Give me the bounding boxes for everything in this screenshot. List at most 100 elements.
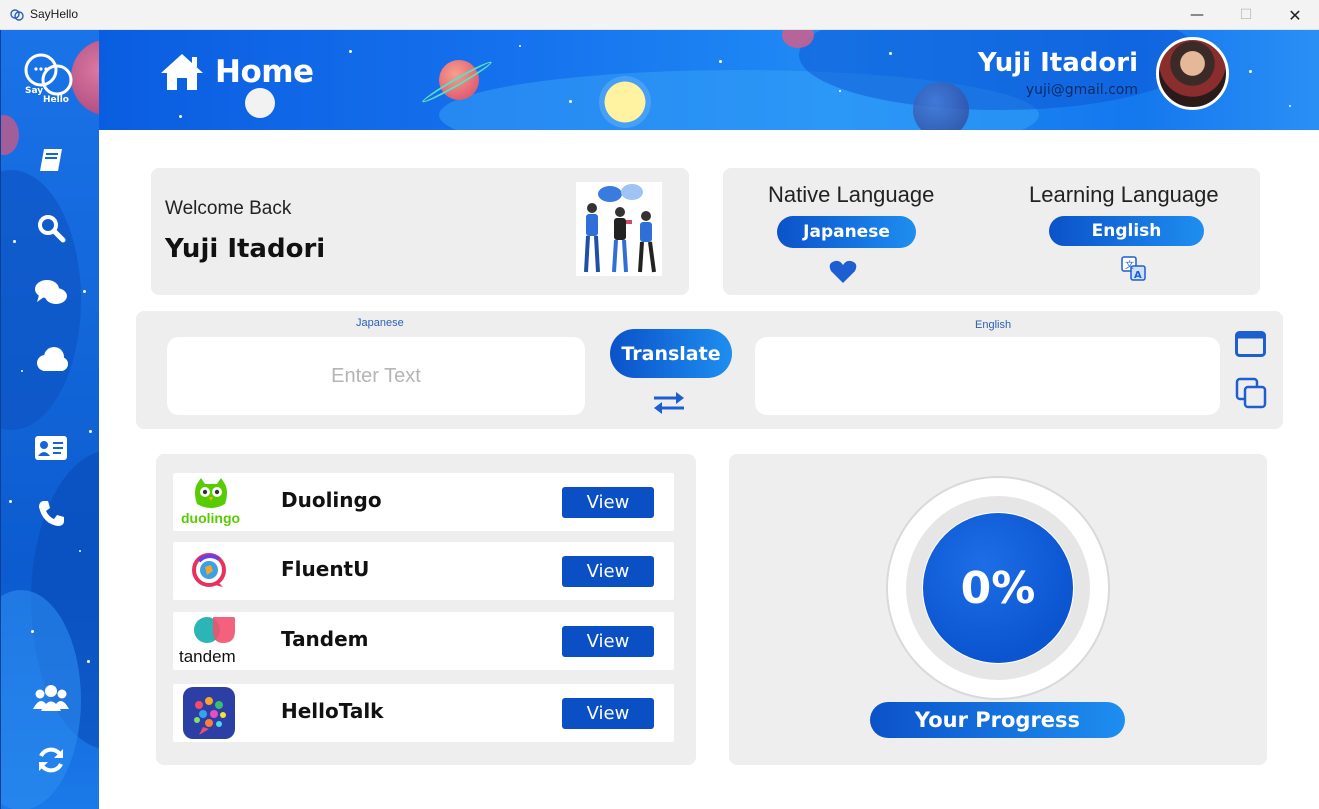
phone-icon [39, 501, 64, 526]
hellotalk-logo [179, 687, 239, 739]
minimize-button[interactable]: — [1174, 0, 1220, 30]
star-decoration [839, 90, 841, 92]
swap-languages-icon[interactable] [652, 391, 686, 415]
sidebar-item-book[interactable] [31, 140, 71, 180]
window-title: SayHello [30, 7, 79, 21]
progress-panel: 0% Your Progress [729, 454, 1267, 765]
star-decoration [349, 50, 352, 53]
avatar[interactable] [1156, 37, 1229, 110]
star-decoration [21, 370, 23, 372]
search-icon [38, 215, 66, 243]
translator-panel: Japanese Enter Text Translate English [136, 311, 1283, 429]
duolingo-logo: duolingo [179, 476, 241, 528]
progress-percent: 0% [923, 513, 1073, 663]
star-decoration [1249, 70, 1252, 73]
maximize-button[interactable]: ☐ [1223, 0, 1269, 30]
star-decoration [719, 60, 722, 63]
star-decoration [83, 290, 86, 293]
languages-panel: Native Language Japanese Learning Langua… [723, 168, 1260, 295]
title-bar: SayHello — ☐ ✕ [0, 0, 1319, 30]
star-decoration [79, 550, 81, 552]
fluentu-logo [179, 545, 239, 597]
contact-card-icon [35, 436, 67, 460]
translate-button[interactable]: Translate [610, 329, 732, 378]
app-name: Tandem [281, 627, 369, 651]
people-talking-illustration [576, 182, 662, 276]
star-decoration [87, 660, 90, 663]
planet-decoration [245, 88, 275, 118]
star-decoration [89, 430, 92, 433]
target-language-label: English [975, 319, 1012, 331]
apps-panel: duolingo Duolingo View FluentU View tand… [156, 454, 696, 765]
header-banner: Home Yuji Itadori yuji@gmail.com [99, 30, 1319, 130]
star-decoration [1289, 105, 1291, 107]
list-item: HelloTalk View [173, 684, 674, 742]
svg-text:A: A [1134, 270, 1142, 281]
list-item: FluentU View [173, 542, 674, 600]
cloud-icon [37, 347, 68, 371]
app-name: HelloTalk [281, 699, 384, 723]
learning-language-pill[interactable]: English [1049, 216, 1204, 246]
star-decoration [13, 240, 16, 243]
moon-decoration [599, 76, 651, 128]
star-decoration [31, 630, 34, 633]
native-language-pill[interactable]: Japanese [777, 216, 916, 248]
sidebar-item-community[interactable] [31, 677, 71, 717]
progress-ring: 0% [888, 478, 1108, 698]
duolingo-wordmark: duolingo [181, 510, 241, 526]
welcome-panel: Welcome Back Yuji Itadori [151, 168, 689, 295]
view-tandem-button[interactable]: View [562, 626, 654, 657]
sidebar-item-phone[interactable] [31, 493, 71, 533]
planet-decoration [1, 115, 19, 155]
source-text-placeholder: Enter Text [331, 364, 421, 387]
refresh-icon [39, 747, 63, 773]
sidebar-item-chat[interactable] [31, 273, 71, 313]
progress-label-pill: Your Progress [870, 702, 1125, 738]
planet-decoration [913, 82, 969, 130]
list-item: tandem Tandem View [173, 612, 674, 670]
window-icon[interactable] [1235, 331, 1266, 357]
target-text-output[interactable] [755, 337, 1220, 415]
view-hellotalk-button[interactable]: View [562, 698, 654, 729]
learning-language-label: Learning Language [1029, 182, 1219, 207]
sidebar-item-contacts[interactable] [31, 428, 71, 468]
svg-text:文: 文 [1125, 259, 1134, 271]
source-text-input[interactable]: Enter Text [167, 337, 585, 415]
hellotalk-bubble-icon [183, 687, 235, 739]
sidebar-item-refresh[interactable] [31, 740, 71, 780]
tandem-bubbles-icon [194, 617, 235, 643]
star-decoration [9, 500, 12, 503]
view-fluentu-button[interactable]: View [562, 556, 654, 587]
source-language-label: Japanese [356, 317, 404, 329]
page-title: Home [215, 54, 314, 90]
chat-icon [35, 280, 67, 304]
book-icon [40, 149, 62, 171]
sidebar-item-cloud[interactable] [31, 340, 71, 380]
user-email: yuji@gmail.com [1025, 82, 1138, 98]
translate-icon: 文 A [1121, 256, 1146, 281]
user-name: Yuji Itadori [977, 48, 1138, 78]
star-decoration [519, 45, 521, 47]
app-name: Duolingo [281, 488, 382, 512]
app-window: SayHello — ☐ ✕ Say Hello Home Yuji Itado… [0, 0, 1319, 809]
star-decoration [569, 100, 572, 103]
sayhello-logo[interactable]: Say Hello [21, 50, 77, 106]
close-button[interactable]: ✕ [1272, 0, 1318, 30]
welcome-greeting: Welcome Back [165, 198, 292, 219]
copy-icon[interactable] [1235, 377, 1268, 410]
logo-text-say: Say [25, 86, 44, 96]
list-item: duolingo Duolingo View [173, 473, 674, 531]
page-title-group: Home [159, 52, 314, 92]
home-icon [161, 54, 203, 90]
logo-text-hello: Hello [43, 95, 69, 105]
sidebar-item-search[interactable] [31, 208, 71, 248]
owl-icon [195, 478, 227, 508]
star-decoration [179, 115, 182, 118]
sidebar: Say Hello [0, 30, 99, 809]
tandem-logo: tandem [179, 615, 239, 667]
app-name: FluentU [281, 557, 370, 581]
app-logo-icon [10, 9, 24, 21]
users-icon [33, 685, 69, 711]
star-decoration [889, 52, 892, 55]
view-duolingo-button[interactable]: View [562, 487, 654, 518]
